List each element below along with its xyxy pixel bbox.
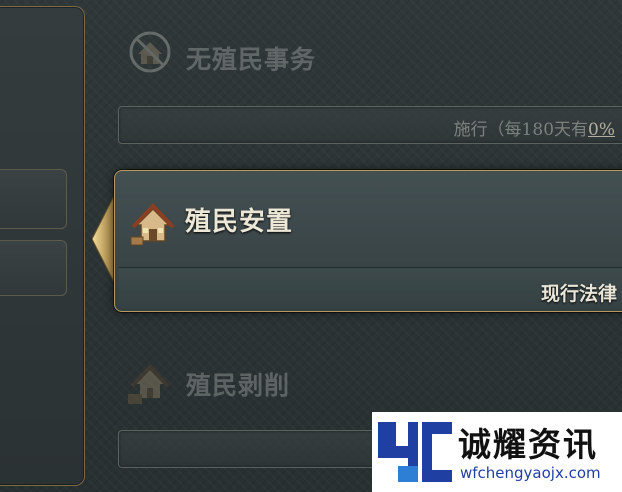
house-exploitation-icon (126, 358, 174, 406)
house-crossed-icon (126, 28, 174, 76)
selected-arrow-icon (92, 196, 114, 282)
left-panel-tab-1[interactable] (0, 169, 67, 229)
policy-title: 殖民安置 (185, 207, 294, 237)
current-law-status: 现行法律 (540, 283, 617, 305)
policy-title: 无殖民事务 (186, 45, 317, 74)
enactment-prefix: 施行（每180天有 (453, 120, 589, 140)
enactment-text: 施行（每180天有0% (454, 115, 615, 140)
watermark-url: wfchengyaojx.com (460, 464, 601, 482)
law-selection-panel: 无殖民事务 施行（每180天有0% 殖民安置 现行法律 殖民剥削 诚耀资讯 wf… (0, 0, 622, 492)
watermark: 诚耀资讯 wfchengyaojx.com (372, 412, 622, 492)
watermark-name: 诚耀资讯 (458, 425, 598, 464)
enactment-bar[interactable]: 施行（每180天有0% (118, 106, 622, 144)
house-settlement-icon (127, 197, 179, 249)
policy-title: 殖民剥削 (186, 371, 291, 400)
enactment-chance[interactable]: 0% (588, 120, 615, 140)
watermark-logo-icon (378, 422, 452, 482)
left-panel-tab-2[interactable] (0, 240, 67, 296)
policy-colonial-settlement[interactable]: 殖民安置 现行法律 (114, 170, 622, 312)
